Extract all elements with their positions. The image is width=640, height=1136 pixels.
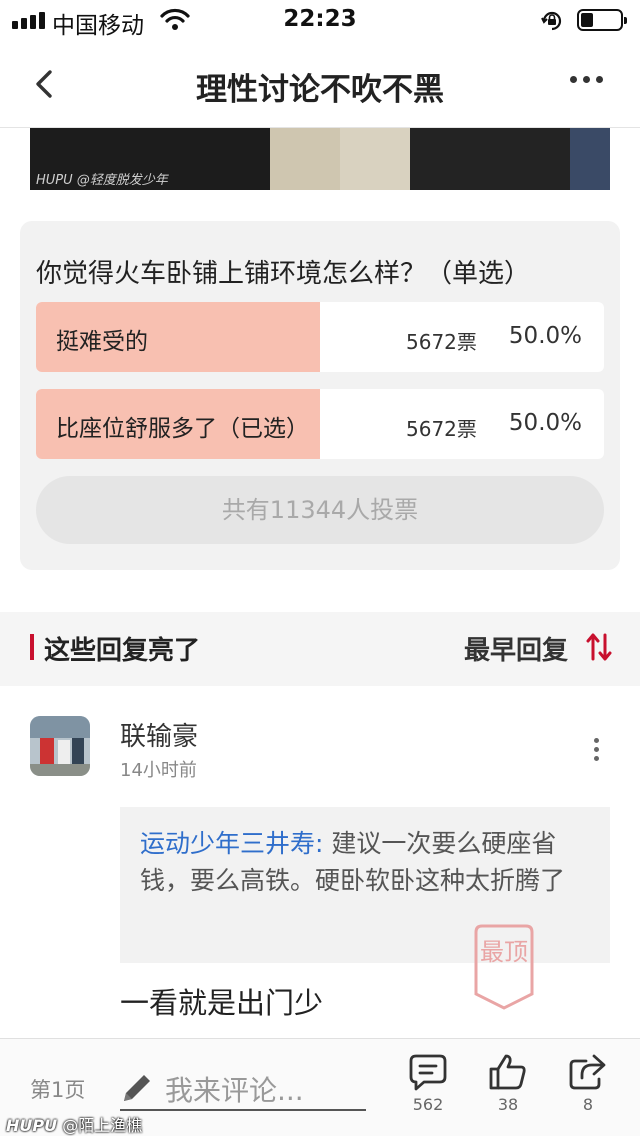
poll-option-votes: 5672票 xyxy=(406,330,477,354)
watermark-handle: @陌上渔樵 xyxy=(62,1116,143,1135)
share-button[interactable]: 8 xyxy=(558,1053,618,1114)
section-header: 这些回复亮了 最早回复 xyxy=(0,612,640,686)
image-watermark: HUPU @轻度脱发少年 xyxy=(36,173,168,188)
page-indicator[interactable]: 第1页 xyxy=(30,1074,85,1104)
comment-input[interactable]: 我来评论... xyxy=(120,1065,366,1111)
reply-count: 562 xyxy=(412,1095,444,1114)
sort-button[interactable]: 最早回复 xyxy=(464,630,568,667)
pencil-icon xyxy=(120,1071,154,1109)
avatar[interactable] xyxy=(30,716,90,776)
poll-option-votes: 5672票 xyxy=(406,417,477,441)
comment-more-icon[interactable] xyxy=(594,738,599,761)
footer-watermark: HUPU @陌上渔樵 xyxy=(6,1112,142,1136)
poll-option[interactable]: 比座位舒服多了（已选） 5672票 50.0% xyxy=(36,389,604,459)
status-bar: 中国移动 22:23 xyxy=(0,0,640,40)
poll-card: 你觉得火车卧铺上铺环境怎么样？（单选） 挺难受的 5672票 50.0% 比座位… xyxy=(20,221,620,570)
sort-arrows-icon[interactable] xyxy=(586,632,612,666)
battery-icon xyxy=(577,9,627,31)
comment-item: 联输豪 14小时前 运动少年三井寿: 建议一次要么硬座省钱，要么高铁。硬卧软卧这… xyxy=(0,686,640,1038)
share-icon xyxy=(569,1054,606,1090)
section-title: 这些回复亮了 xyxy=(44,636,201,666)
poll-option-label: 比座位舒服多了（已选） xyxy=(56,416,309,442)
stamp-char: 最顶 xyxy=(480,938,528,966)
poll-option-percent: 50.0% xyxy=(508,323,582,349)
poll-option-label: 挺难受的 xyxy=(56,329,148,355)
quote-author[interactable]: 运动少年三井寿: xyxy=(140,829,323,858)
more-dots-icon[interactable] xyxy=(570,76,603,83)
navbar: 理性讨论不吹不黑 xyxy=(0,40,640,128)
quoted-reply[interactable]: 运动少年三井寿: 建议一次要么硬座省钱，要么高铁。硬卧软卧这种太折腾了 xyxy=(120,807,610,963)
section-accent-bar xyxy=(30,634,34,660)
poll-question: 你觉得火车卧铺上铺环境怎么样？（单选） xyxy=(36,259,531,289)
rotation-lock-icon xyxy=(540,9,564,37)
comment-text: 一看就是出门少 xyxy=(120,986,324,1020)
comment-bubble-icon xyxy=(409,1054,447,1091)
page-title: 理性讨论不吹不黑 xyxy=(196,72,444,108)
poll-option-percent: 50.0% xyxy=(508,410,582,436)
share-count: 8 xyxy=(582,1095,594,1114)
post-image[interactable]: HUPU @轻度脱发少年 xyxy=(30,128,610,190)
like-button[interactable]: 38 xyxy=(478,1053,538,1114)
poll-option[interactable]: 挺难受的 5672票 50.0% xyxy=(36,302,604,372)
like-count: 38 xyxy=(497,1095,519,1114)
poll-total-button[interactable]: 共有11344人投票 xyxy=(36,476,604,544)
comment-time: 14小时前 xyxy=(120,760,197,781)
reply-button[interactable]: 562 xyxy=(398,1053,458,1114)
watermark-brand: HUPU xyxy=(6,1116,58,1135)
comment-username[interactable]: 联输豪 xyxy=(120,716,198,753)
top-reply-stamp: 最顶 xyxy=(472,922,536,1012)
comment-input-placeholder: 我来评论... xyxy=(165,1074,304,1107)
thumbs-up-icon xyxy=(489,1054,526,1090)
